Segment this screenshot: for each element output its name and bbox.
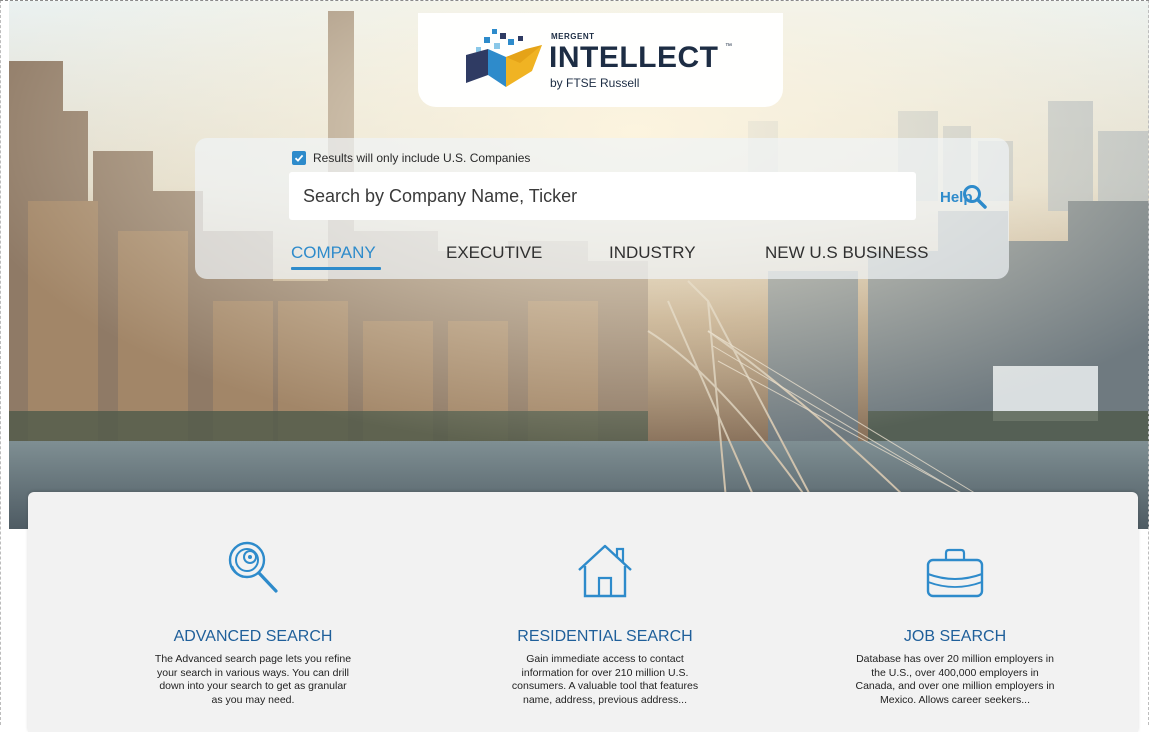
mergent-logo-icon [466, 29, 542, 87]
checkmark-icon [294, 154, 304, 162]
briefcase-icon [926, 548, 984, 598]
tab-new-us-business[interactable]: NEW U.S BUSINESS [765, 243, 928, 263]
help-link[interactable]: Help [940, 189, 973, 206]
tab-executive[interactable]: EXECUTIVE [446, 243, 542, 263]
feature-residential-search[interactable]: RESIDENTIAL SEARCH Gain immediate access… [445, 492, 765, 732]
logo-byline: by FTSE Russell [550, 76, 640, 90]
features-panel: ADVANCED SEARCH The Advanced search page… [28, 492, 1138, 732]
feature-description: Database has over 20 million employers i… [855, 653, 1055, 706]
hero-city-background: MERGENT INTELLECT ™ by FTSE Russell Resu… [8, 1, 1149, 529]
tab-company[interactable]: COMPANY [291, 243, 376, 263]
frame-border-left [0, 0, 9, 725]
logo-trademark: ™ [725, 43, 732, 50]
us-only-checkbox[interactable] [292, 151, 306, 165]
feature-description: The Advanced search page lets you refine… [154, 653, 352, 706]
tab-industry[interactable]: INDUSTRY [609, 243, 696, 263]
feature-title[interactable]: ADVANCED SEARCH [93, 628, 413, 646]
advanced-search-icon [228, 541, 278, 593]
us-only-option[interactable]: Results will only include U.S. Companies [292, 150, 530, 166]
search-panel: Results will only include U.S. Companies… [195, 138, 1009, 279]
logo-small-text: MERGENT [551, 32, 595, 41]
logo-main-text: INTELLECT [549, 41, 719, 74]
feature-description: Gain immediate access to contact informa… [511, 653, 699, 706]
search-box [289, 172, 987, 220]
us-only-label: Results will only include U.S. Companies [313, 151, 531, 165]
feature-job-search[interactable]: JOB SEARCH Database has over 20 million … [795, 492, 1115, 732]
search-input[interactable] [289, 172, 849, 220]
feature-title[interactable]: RESIDENTIAL SEARCH [445, 628, 765, 646]
house-icon [578, 544, 632, 598]
feature-title[interactable]: JOB SEARCH [795, 628, 1115, 646]
logo-card[interactable]: MERGENT INTELLECT ™ by FTSE Russell [418, 13, 783, 107]
active-tab-underline [291, 267, 381, 270]
frame-border-top [0, 0, 1149, 1]
feature-advanced-search[interactable]: ADVANCED SEARCH The Advanced search page… [93, 492, 413, 732]
